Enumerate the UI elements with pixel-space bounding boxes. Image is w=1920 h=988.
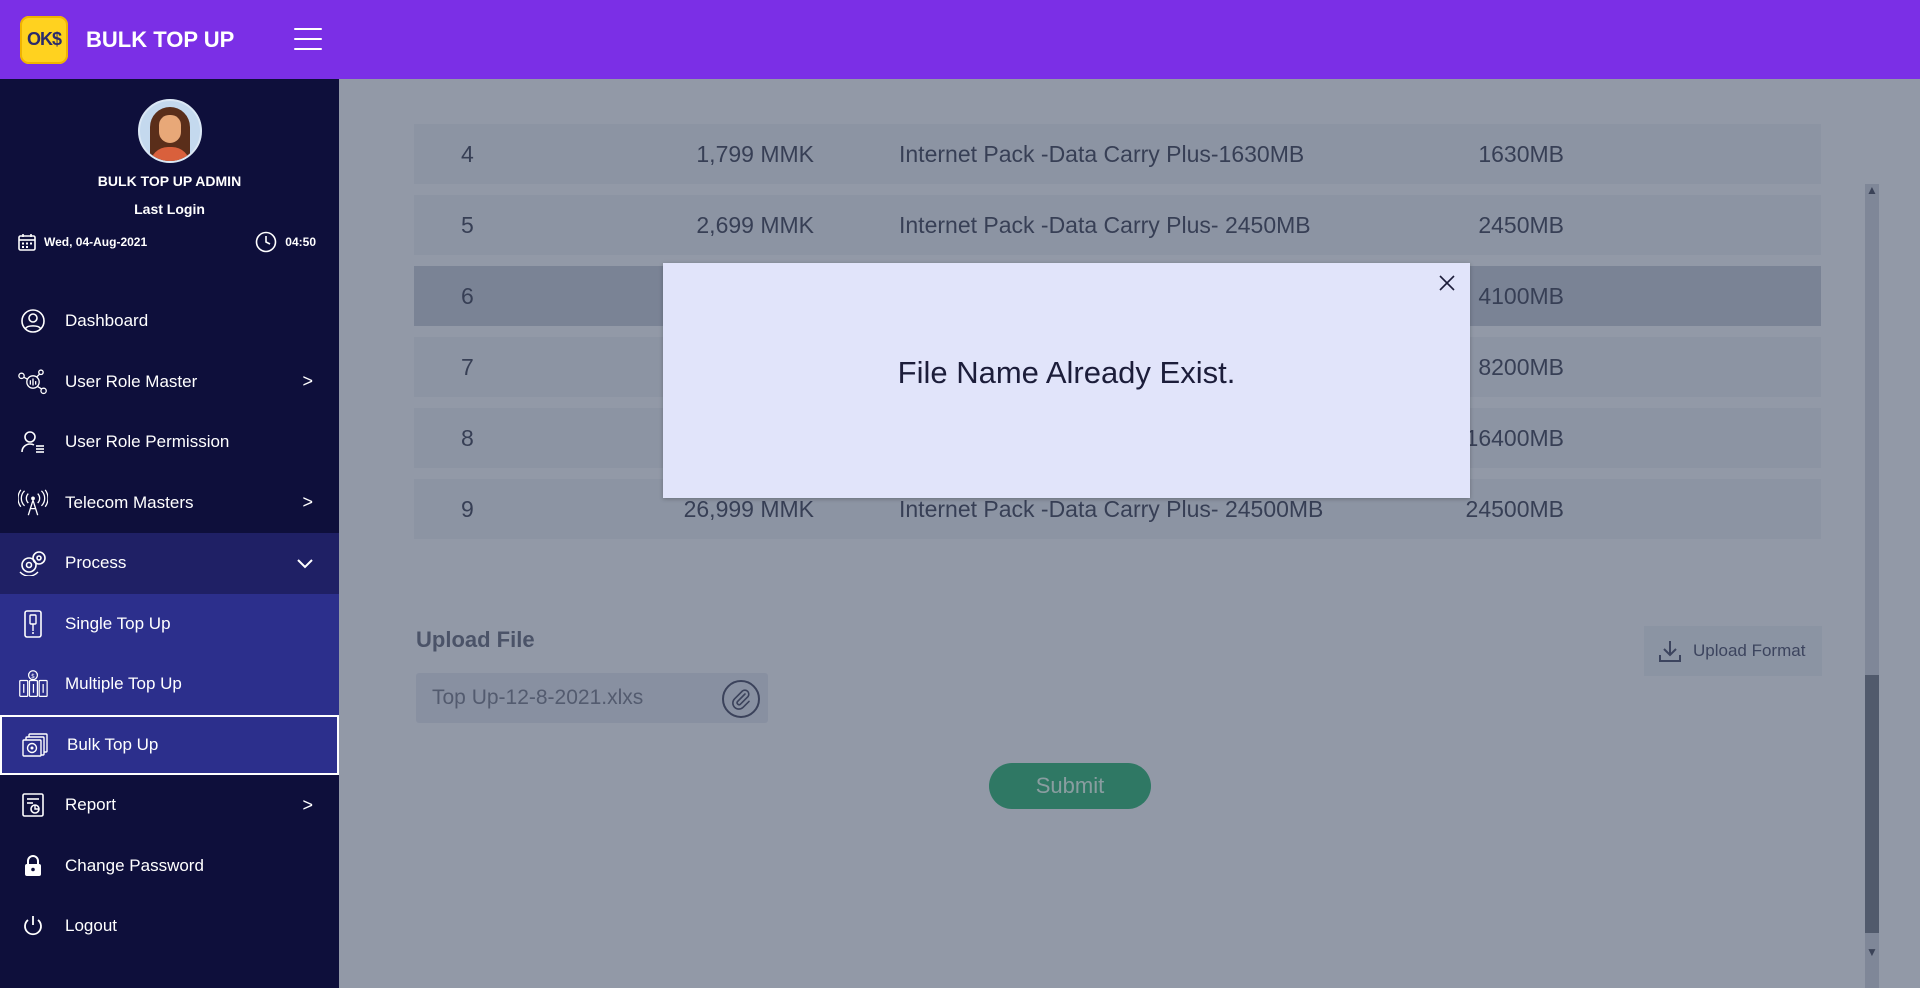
- close-icon[interactable]: [1436, 272, 1458, 294]
- sidebar-item-label: Bulk Top Up: [67, 734, 159, 754]
- last-login-label: Last Login: [134, 201, 205, 217]
- brand-header: OK$ BULK TOP UP: [0, 0, 339, 79]
- sidebar-item-label: User Role Permission: [65, 432, 230, 452]
- last-login-info: Wed, 04-Aug-2021 04:50: [0, 231, 339, 253]
- phone-icon: [18, 609, 48, 639]
- app-title: BULK TOP UP: [86, 26, 235, 52]
- calendar-icon: [18, 234, 36, 251]
- sidebar-item-report[interactable]: Report >: [0, 775, 339, 836]
- sidebar-item-label: Process: [65, 553, 127, 573]
- top-bar: [339, 0, 1920, 79]
- sidebar-item-change-password[interactable]: Change Password: [0, 836, 339, 897]
- modal-backdrop[interactable]: [339, 79, 1920, 988]
- network-icon: [18, 367, 48, 397]
- user-circle-icon: [18, 306, 48, 336]
- alert-dialog: File Name Already Exist.: [663, 263, 1470, 498]
- chevron-right-icon: >: [302, 371, 313, 392]
- multi-topup-icon: $: [18, 669, 48, 699]
- power-icon: [18, 911, 48, 941]
- admin-name: BULK TOP UP ADMIN: [97, 173, 242, 189]
- sidebar-item-label: Report: [65, 795, 117, 815]
- sidebar-item-label: Logout: [65, 916, 117, 936]
- sidebar-item-label: Single Top Up: [65, 613, 171, 633]
- dialog-message: File Name Already Exist.: [897, 355, 1236, 390]
- bulk-topup-icon: [20, 730, 50, 760]
- user-list-icon: [18, 427, 48, 457]
- sidebar-item-telecom-masters[interactable]: Telecom Masters >: [0, 473, 339, 534]
- sidebar-item-process[interactable]: Process: [0, 533, 339, 594]
- gears-icon: [18, 548, 48, 578]
- sidebar-item-label: Telecom Masters: [65, 492, 194, 512]
- app-logo: OK$: [20, 15, 68, 64]
- clock-icon: [255, 231, 277, 253]
- antenna-icon: [18, 488, 48, 518]
- sidebar-item-user-role-master[interactable]: User Role Master >: [0, 352, 339, 413]
- profile-panel: BULK TOP UP ADMIN Last Login Wed, 04-Aug…: [0, 79, 339, 253]
- last-login-time: 04:50: [285, 235, 316, 249]
- sidebar-item-label: Multiple Top Up: [65, 674, 182, 694]
- last-login-date: Wed, 04-Aug-2021: [44, 235, 148, 249]
- hamburger-menu-icon[interactable]: [294, 28, 322, 50]
- avatar: [137, 99, 202, 163]
- sidebar-item-label: Dashboard: [65, 311, 149, 331]
- sidebar-item-single-top-up[interactable]: Single Top Up: [0, 593, 339, 654]
- sidebar-item-label: User Role Master: [65, 371, 198, 391]
- chevron-right-icon: >: [302, 794, 313, 815]
- sidebar-item-dashboard[interactable]: Dashboard: [0, 291, 339, 352]
- sidebar-menu: Dashboard User Role Master > User Role P…: [0, 291, 339, 957]
- logo-text: OK$: [26, 29, 62, 49]
- chevron-down-icon: [297, 553, 313, 574]
- lock-icon: [18, 851, 48, 881]
- sidebar-item-multiple-top-up[interactable]: $ Multiple Top Up: [0, 654, 339, 715]
- sidebar-item-logout[interactable]: Logout: [0, 896, 339, 957]
- chevron-right-icon: >: [302, 492, 313, 513]
- report-icon: [18, 790, 48, 820]
- sidebar-item-user-role-permission[interactable]: User Role Permission: [0, 412, 339, 473]
- sidebar-item-label: Change Password: [65, 855, 204, 875]
- sidebar: OK$ BULK TOP UP BULK TOP UP ADMIN Last L…: [0, 0, 339, 988]
- sidebar-item-bulk-top-up[interactable]: Bulk Top Up: [0, 714, 339, 775]
- svg-text:$: $: [31, 673, 35, 680]
